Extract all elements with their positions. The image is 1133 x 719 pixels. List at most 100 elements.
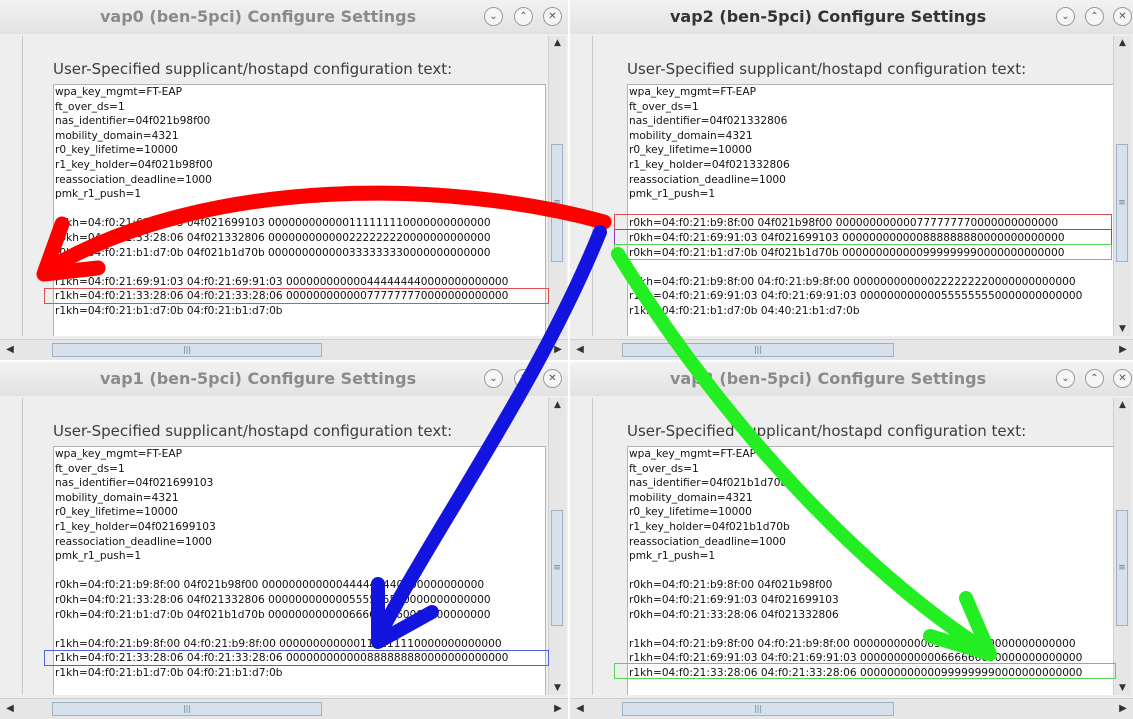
close-icon[interactable]: ✕ — [1113, 7, 1132, 26]
scroll-thumb[interactable]: ≡ — [551, 144, 563, 262]
highlight-box-blue-vap1 — [44, 650, 549, 666]
config-line: nas_identifier=04f021b1d70b — [629, 477, 788, 490]
config-line: reassociation_deadline=1000 — [55, 173, 212, 186]
config-line — [54, 202, 545, 217]
config-line: r0_key_lifetime=10000 — [629, 506, 752, 519]
maximize-icon[interactable]: ⌃ — [514, 7, 533, 26]
config-line: wpa_key_mgmt=FT-EAP — [55, 448, 182, 460]
config-line: r1_key_holder=04f021b1d70b — [629, 520, 790, 533]
config-line: r0kh=04:f0:21:33:28:06 04f021332806 0000… — [55, 231, 491, 244]
scroll-down-icon[interactable]: ▼ — [549, 322, 566, 336]
config-panel: User-Specified supplicant/hostapd config… — [592, 398, 1120, 695]
config-line: pmk_r1_push=1 — [55, 188, 142, 201]
scroll-left-icon[interactable]: ◀ — [2, 699, 18, 719]
config-line: r1kh=04:f0:21:b9:8f:00 04:f0:21:b9:8f:00… — [629, 275, 1076, 288]
config-line — [54, 260, 545, 275]
vertical-scrollbar[interactable]: ▲ ≡ ▼ — [548, 36, 566, 336]
config-line: mobility_domain=4321 — [55, 129, 179, 142]
minimize-icon[interactable]: ⌄ — [1056, 7, 1075, 26]
scroll-right-icon[interactable]: ▶ — [550, 340, 566, 360]
close-icon[interactable]: ✕ — [1113, 369, 1132, 388]
maximize-icon[interactable]: ⌃ — [1085, 369, 1104, 388]
config-text-label: User-Specified supplicant/hostapd config… — [627, 60, 1027, 78]
config-line: r0kh=04:f0:21:b9:8f:00 04f021b98f00 0000… — [55, 579, 485, 592]
config-textarea[interactable]: wpa_key_mgmt=FT-EAP ft_over_ds=1 nas_ide… — [627, 446, 1120, 695]
highlight-box-red-vap0 — [44, 288, 549, 304]
horizontal-scrollbar[interactable]: ◀ ||| ▶ — [0, 339, 568, 360]
window-title: vap0 (ben-5pci) Configure Settings — [100, 7, 417, 26]
config-line: nas_identifier=04f021b98f00 — [55, 115, 211, 128]
config-panel: User-Specified supplicant/hostapd config… — [592, 36, 1120, 336]
scroll-up-icon[interactable]: ▲ — [549, 398, 566, 412]
config-line: r0kh=04:f0:21:33:28:06 04f021332806 — [629, 608, 839, 621]
vertical-scrollbar[interactable]: ▲ ≡ ▼ — [1113, 398, 1131, 695]
scroll-down-icon[interactable]: ▼ — [1114, 322, 1131, 336]
window-title: vap2 (ben-5pci) Configure Settings — [670, 7, 987, 26]
scroll-up-icon[interactable]: ▲ — [549, 36, 566, 50]
config-line — [628, 622, 1119, 637]
window-titlebar[interactable]: vap2 (ben-5pci) Configure Settings ⌄ ⌃ ✕ — [570, 0, 1133, 34]
minimize-icon[interactable]: ⌄ — [484, 369, 503, 388]
config-line: reassociation_deadline=1000 — [55, 535, 212, 548]
config-line: r1kh=04:f0:21:b1:d7:0b 04:f0:21:b1:d7:0b — [55, 666, 283, 679]
config-line: ft_over_ds=1 — [629, 462, 699, 475]
maximize-icon[interactable]: ⌃ — [1085, 7, 1104, 26]
config-text-label: User-Specified supplicant/hostapd config… — [53, 60, 453, 78]
config-line: ft_over_ds=1 — [55, 100, 125, 113]
config-line: r1_key_holder=04f021b98f00 — [55, 158, 213, 171]
scroll-thumb[interactable]: ||| — [622, 343, 894, 357]
config-line: r1_key_holder=04f021699103 — [55, 520, 216, 533]
config-line: r0kh=04:f0:21:b1:d7:0b 04f021b1d70b 0000… — [55, 608, 491, 621]
config-line: r1kh=04:f0:21:b1:d7:0b 04:40:21:b1:d7:0b — [629, 304, 860, 317]
scroll-down-icon[interactable]: ▼ — [549, 681, 566, 695]
config-line — [628, 564, 1119, 579]
config-line: wpa_key_mgmt=FT-EAP — [629, 448, 756, 460]
maximize-icon[interactable]: ⌃ — [514, 369, 533, 388]
close-icon[interactable]: ✕ — [543, 369, 562, 388]
window-title: vap1 (ben-5pci) Configure Settings — [100, 369, 417, 388]
config-line: pmk_r1_push=1 — [629, 188, 716, 201]
minimize-icon[interactable]: ⌄ — [1056, 369, 1075, 388]
scroll-thumb[interactable]: ||| — [622, 702, 894, 716]
minimize-icon[interactable]: ⌄ — [484, 7, 503, 26]
scroll-up-icon[interactable]: ▲ — [1114, 398, 1131, 412]
config-line: r1kh=04:f0:21:b9:8f:00 04:f0:21:b9:8f:00… — [629, 637, 1076, 650]
vertical-scrollbar[interactable]: ▲ ≡ ▼ — [1113, 36, 1131, 336]
config-line: r0kh=04:f0:21:69:91:03 04f021699103 — [629, 593, 839, 606]
scroll-left-icon[interactable]: ◀ — [572, 699, 588, 719]
config-line: r0_key_lifetime=10000 — [55, 144, 178, 157]
scroll-left-icon[interactable]: ◀ — [572, 340, 588, 360]
config-textarea[interactable]: wpa_key_mgmt=FT-EAP ft_over_ds=1 nas_ide… — [627, 84, 1120, 336]
horizontal-scrollbar[interactable]: ◀ ||| ▶ — [570, 698, 1133, 719]
horizontal-scrollbar[interactable]: ◀ ||| ▶ — [570, 339, 1133, 360]
scroll-up-icon[interactable]: ▲ — [1114, 36, 1131, 50]
config-line: mobility_domain=4321 — [629, 491, 753, 504]
horizontal-scrollbar[interactable]: ◀ ||| ▶ — [0, 698, 568, 719]
config-line: wpa_key_mgmt=FT-EAP — [55, 86, 182, 98]
config-line: r1kh=04:f0:21:b1:d7:0b 04:f0:21:b1:d7:0b — [55, 304, 283, 317]
scroll-left-icon[interactable]: ◀ — [2, 340, 18, 360]
config-line: r0kh=04:f0:21:69:91:03 04f021699103 0000… — [55, 217, 491, 230]
scroll-down-icon[interactable]: ▼ — [1114, 681, 1131, 695]
config-line: r0kh=04:f0:21:b9:8f:00 04f021b98f00 — [629, 579, 833, 592]
config-line: r0_key_lifetime=10000 — [55, 506, 178, 519]
scroll-thumb[interactable]: ≡ — [1116, 144, 1128, 262]
scroll-right-icon[interactable]: ▶ — [550, 699, 566, 719]
config-line — [628, 260, 1119, 275]
config-line: reassociation_deadline=1000 — [629, 173, 786, 186]
scroll-right-icon[interactable]: ▶ — [1115, 340, 1131, 360]
scroll-thumb[interactable]: ||| — [52, 343, 322, 357]
window-titlebar[interactable]: vap3 (ben-5pci) Configure Settings ⌄ ⌃ ✕ — [570, 362, 1133, 396]
scroll-thumb[interactable]: ≡ — [551, 510, 563, 626]
window-titlebar[interactable]: vap0 (ben-5pci) Configure Settings ⌄ ⌃ ✕ — [0, 0, 568, 34]
scroll-right-icon[interactable]: ▶ — [1115, 699, 1131, 719]
vertical-scrollbar[interactable]: ▲ ≡ ▼ — [548, 398, 566, 695]
window-vap0: vap0 (ben-5pci) Configure Settings ⌄ ⌃ ✕… — [0, 0, 568, 360]
window-titlebar[interactable]: vap1 (ben-5pci) Configure Settings ⌄ ⌃ ✕ — [0, 362, 568, 396]
scroll-thumb[interactable]: ||| — [52, 702, 322, 716]
scroll-thumb[interactable]: ≡ — [1116, 510, 1128, 626]
highlight-box-purple-vap2 — [614, 229, 1112, 245]
close-icon[interactable]: ✕ — [543, 7, 562, 26]
config-line: pmk_r1_push=1 — [629, 550, 716, 563]
highlight-box-green-vap3 — [614, 663, 1116, 679]
